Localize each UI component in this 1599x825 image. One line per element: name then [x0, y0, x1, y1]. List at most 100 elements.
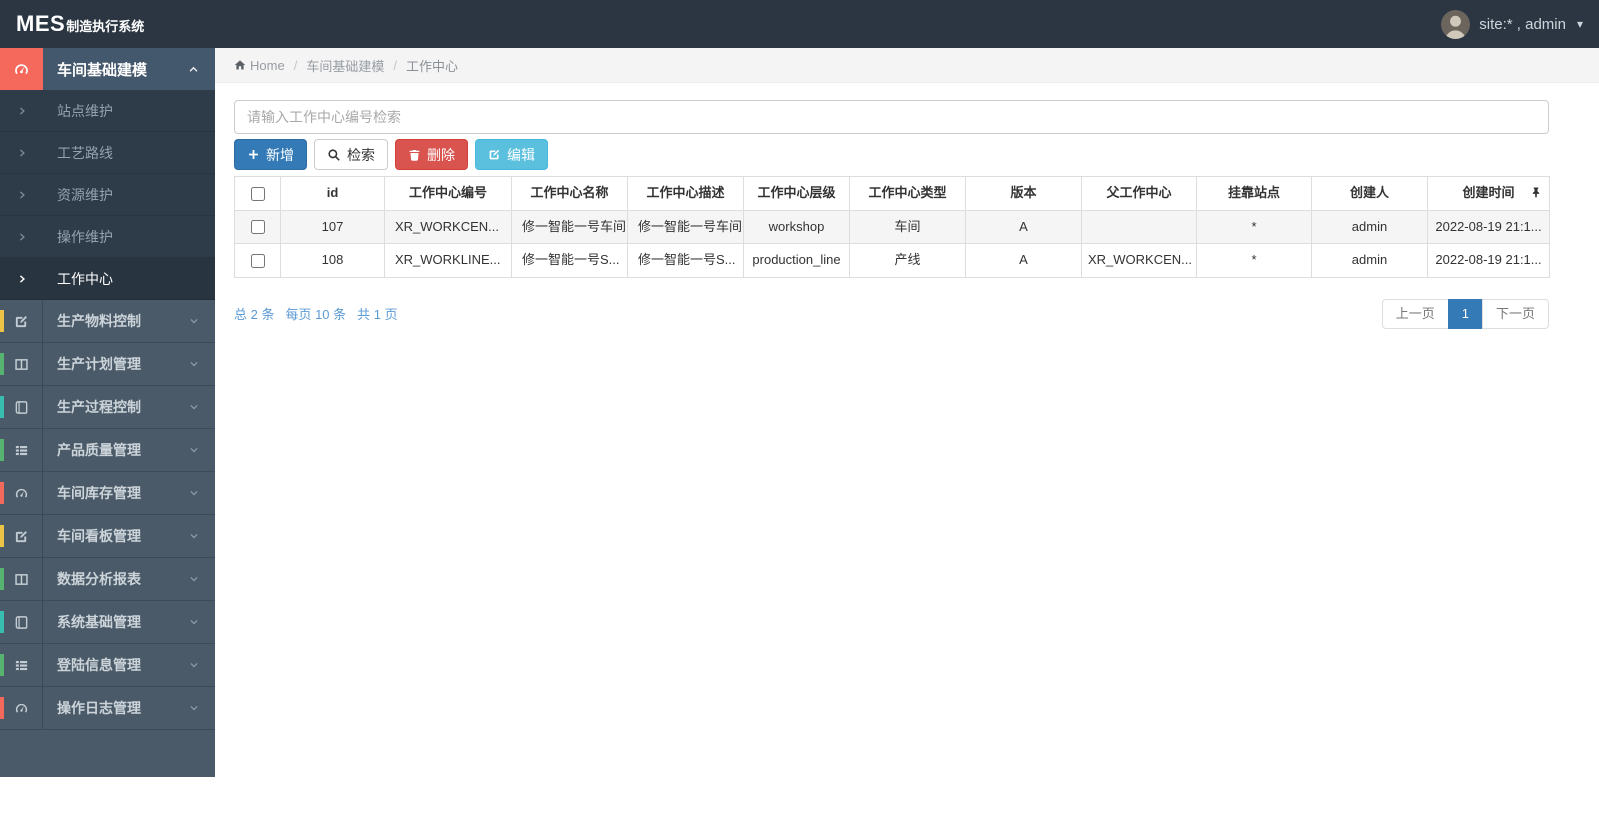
sidebar-item-workshop-modeling[interactable]: 车间基础建模: [0, 48, 215, 90]
pagination: 上一页 1 下一页: [1382, 299, 1549, 329]
column-header-parent: 父工作中心: [1082, 177, 1197, 211]
sidebar-item-label: 生产物料控制: [57, 311, 189, 331]
edit-button-label: 编辑: [507, 148, 535, 162]
person-icon: [1441, 10, 1470, 39]
sidebar-subitem-work-center[interactable]: 工作中心: [0, 258, 215, 300]
pin-icon[interactable]: [1530, 186, 1542, 199]
columns-icon: [0, 343, 43, 385]
table-header-row: id 工作中心编号 工作中心名称 工作中心描述 工作中心层级 工作中心类型 版本…: [235, 177, 1550, 211]
search-input[interactable]: [234, 100, 1549, 134]
delete-button-label: 删除: [427, 148, 455, 162]
columns-icon: [0, 558, 43, 600]
prev-page-button[interactable]: 上一页: [1382, 299, 1449, 329]
chevron-right-icon: [0, 274, 43, 284]
search-button-label: 检索: [347, 148, 375, 162]
accent-strip: [0, 654, 4, 676]
chevron-down-icon: [189, 488, 199, 498]
sidebar-item-production-plan-management[interactable]: 生产计划管理: [0, 343, 215, 386]
sidebar-item-label: 车间看板管理: [57, 526, 189, 546]
column-header-level: 工作中心层级: [744, 177, 850, 211]
cell-created-time: 2022-08-19 21:1...: [1428, 244, 1550, 278]
accent-strip: [0, 568, 4, 590]
accent-strip: [0, 439, 4, 461]
column-header-description: 工作中心描述: [628, 177, 744, 211]
book-icon: [0, 601, 43, 643]
table-row[interactable]: 108 XR_WORKLINE... 修一智能一号S... 修一智能一号S...…: [235, 244, 1550, 278]
edit-icon: [0, 300, 43, 342]
breadcrumb-item-workshop-modeling[interactable]: 车间基础建模: [306, 56, 384, 75]
sidebar-subitem-process-route[interactable]: 工艺路线: [0, 132, 215, 174]
cell-id: 107: [281, 210, 385, 244]
table-row[interactable]: 107 XR_WORKCEN... 修一智能一号车间 修一智能一号车间 work…: [235, 210, 1550, 244]
breadcrumb-separator: /: [294, 58, 298, 73]
cell-version: A: [966, 210, 1082, 244]
chevron-down-icon: [189, 445, 199, 455]
sidebar-subitem-label: 工艺路线: [57, 143, 113, 163]
cell-site: *: [1197, 210, 1312, 244]
cell-code: XR_WORKCEN...: [385, 210, 512, 244]
add-button[interactable]: 新增: [234, 139, 307, 170]
column-header-code: 工作中心编号: [385, 177, 512, 211]
sidebar-subitem-resource-maintenance[interactable]: 资源维护: [0, 174, 215, 216]
chevron-down-icon: [189, 359, 199, 369]
page-1-button[interactable]: 1: [1448, 299, 1483, 329]
sidebar-item-login-info-management[interactable]: 登陆信息管理: [0, 644, 215, 687]
column-header-type: 工作中心类型: [850, 177, 966, 211]
sidebar-item-workshop-inventory-management[interactable]: 车间库存管理: [0, 472, 215, 515]
caret-down-icon: ▾: [1577, 17, 1583, 31]
main-area: Home / 车间基础建模 / 工作中心 新增 检索 删除 编辑: [215, 48, 1599, 329]
list-icon: [0, 644, 43, 686]
accent-strip: [0, 353, 4, 375]
toolbar: 新增 检索 删除 编辑: [234, 139, 1549, 170]
cell-code: XR_WORKLINE...: [385, 244, 512, 278]
chevron-up-icon: [188, 64, 199, 75]
sidebar-item-label: 登陆信息管理: [57, 655, 189, 675]
per-page-label: 每页 10 条: [285, 304, 346, 323]
app-logo: MES 制造执行系统: [16, 11, 144, 37]
row-select-cell: [235, 210, 281, 244]
edit-icon: [488, 148, 501, 161]
accent-strip: [0, 310, 4, 332]
chevron-down-icon: [189, 660, 199, 670]
sidebar-item-system-basic-management[interactable]: 系统基础管理: [0, 601, 215, 644]
breadcrumb-item-work-center: 工作中心: [406, 56, 458, 75]
column-header-id: id: [281, 177, 385, 211]
breadcrumb-home-link[interactable]: Home: [234, 58, 285, 73]
list-icon: [0, 429, 43, 471]
column-header-created-time: 创建时间: [1428, 177, 1550, 211]
chevron-right-icon: [0, 148, 43, 158]
breadcrumb: Home / 车间基础建模 / 工作中心: [215, 48, 1599, 83]
sidebar-item-operation-log-management[interactable]: 操作日志管理: [0, 687, 215, 730]
sidebar-item-production-process-control[interactable]: 生产过程控制: [0, 386, 215, 429]
cell-version: A: [966, 244, 1082, 278]
pagination-summary: 总 2 条 每页 10 条 共 1 页: [234, 304, 398, 323]
next-page-button[interactable]: 下一页: [1482, 299, 1549, 329]
delete-button[interactable]: 删除: [395, 139, 468, 170]
select-all-checkbox[interactable]: [251, 187, 265, 201]
select-all-cell: [235, 177, 281, 211]
sidebar-item-production-material-control[interactable]: 生产物料控制: [0, 300, 215, 343]
search-button[interactable]: 检索: [314, 139, 388, 170]
edit-button[interactable]: 编辑: [475, 139, 548, 170]
sidebar-item-workshop-board-management[interactable]: 车间看板管理: [0, 515, 215, 558]
user-avatar: [1441, 10, 1470, 39]
accent-strip: [0, 482, 4, 504]
add-button-label: 新增: [266, 148, 294, 162]
row-checkbox[interactable]: [251, 254, 265, 268]
column-header-name: 工作中心名称: [512, 177, 628, 211]
column-header-site: 挂靠站点: [1197, 177, 1312, 211]
row-select-cell: [235, 244, 281, 278]
sidebar-subitem-site-maintenance[interactable]: 站点维护: [0, 90, 215, 132]
cell-site: *: [1197, 244, 1312, 278]
accent-strip: [0, 611, 4, 633]
row-checkbox[interactable]: [251, 220, 265, 234]
cell-parent: [1082, 210, 1197, 244]
sidebar-item-product-quality-management[interactable]: 产品质量管理: [0, 429, 215, 472]
chevron-down-icon: [189, 703, 199, 713]
sidebar-subitem-operation-maintenance[interactable]: 操作维护: [0, 216, 215, 258]
user-menu[interactable]: site:* , admin ▾: [1441, 10, 1583, 39]
work-center-table: id 工作中心编号 工作中心名称 工作中心描述 工作中心层级 工作中心类型 版本…: [234, 176, 1550, 278]
accent-strip: [0, 396, 4, 418]
sidebar-item-data-analysis-report[interactable]: 数据分析报表: [0, 558, 215, 601]
chevron-down-icon: [189, 574, 199, 584]
